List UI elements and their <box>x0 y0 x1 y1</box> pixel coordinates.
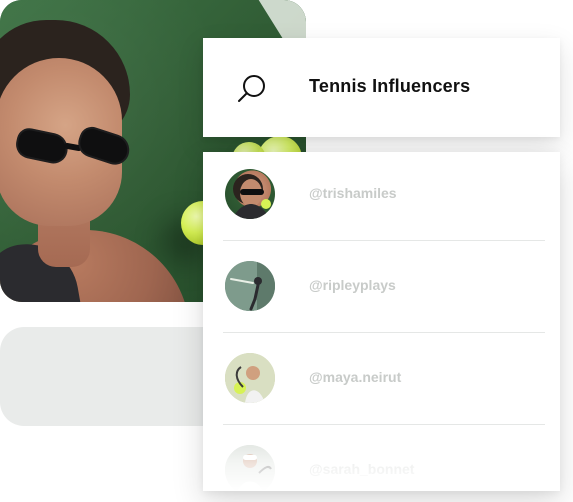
search-title[interactable]: Tennis Influencers <box>309 76 470 97</box>
avatar-image <box>225 445 275 491</box>
result-item[interactable]: @trishamiles <box>203 152 560 244</box>
avatar[interactable] <box>225 445 275 491</box>
results-list[interactable]: @trishamiles @ripleyplays @maya.neirut @… <box>203 152 560 491</box>
result-item[interactable]: @sarah_bonnet <box>203 428 560 491</box>
avatar-image <box>233 174 271 219</box>
search-card[interactable]: Tennis Influencers <box>203 38 560 137</box>
result-item[interactable]: @ripleyplays <box>203 244 560 336</box>
sunglasses-lens-right <box>74 123 134 169</box>
person <box>0 20 190 302</box>
handle-text[interactable]: @trishamiles <box>309 185 397 201</box>
avatar[interactable] <box>225 353 275 403</box>
avatar[interactable] <box>225 261 275 311</box>
result-item[interactable]: @maya.neirut <box>203 336 560 428</box>
divider <box>223 332 545 333</box>
handle-text[interactable]: @maya.neirut <box>309 369 401 385</box>
avatar[interactable] <box>225 169 275 219</box>
search-icon[interactable] <box>235 72 269 106</box>
handle-text[interactable]: @ripleyplays <box>309 277 396 293</box>
handle-text[interactable]: @sarah_bonnet <box>309 461 414 477</box>
sunglasses-lens-left <box>13 125 71 167</box>
avatar-image <box>225 353 275 403</box>
divider <box>223 240 545 241</box>
divider <box>223 424 545 425</box>
sunglasses <box>10 123 135 169</box>
avatar-image <box>225 261 275 311</box>
